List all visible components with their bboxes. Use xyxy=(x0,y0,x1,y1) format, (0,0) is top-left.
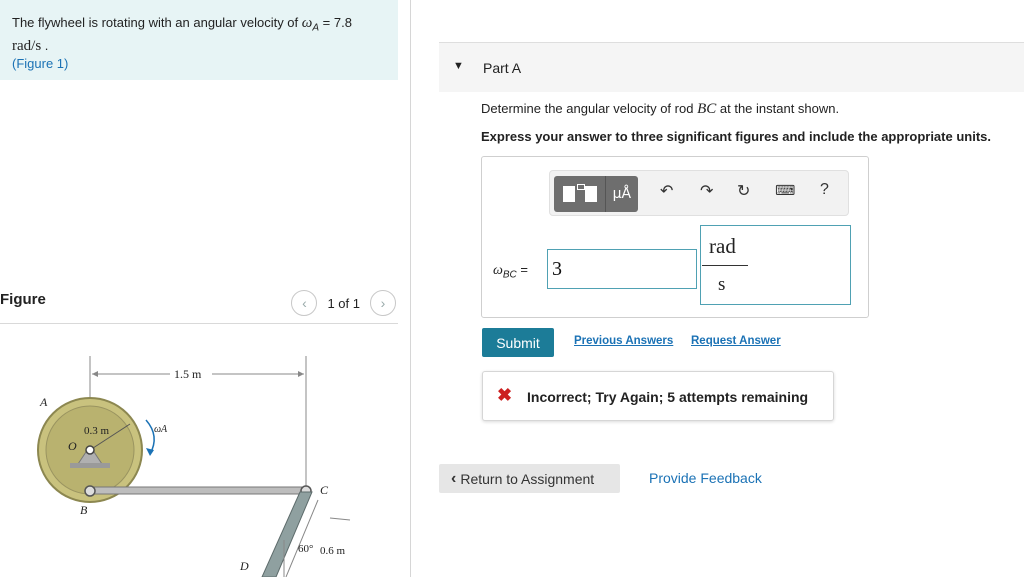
reset-icon[interactable]: ↻ xyxy=(737,181,750,200)
label-0-6m: 0.6 m xyxy=(320,545,346,557)
chevron-right-icon[interactable]: › xyxy=(370,290,396,316)
fraction-bar xyxy=(702,265,748,266)
provide-feedback-link[interactable]: Provide Feedback xyxy=(649,470,762,486)
label-B: B xyxy=(80,503,88,517)
return-to-assignment-button[interactable]: ‹ Return to Assignment xyxy=(439,464,620,493)
unit-input[interactable]: rad s xyxy=(700,225,851,305)
problem-text: The flywheel is rotating with an angular… xyxy=(12,15,299,30)
equals-sign: = xyxy=(520,262,529,277)
part-title: Part A xyxy=(483,60,522,76)
omega-symbol: ω xyxy=(301,15,313,31)
help-icon[interactable]: ? xyxy=(820,181,829,199)
problem-period: . xyxy=(44,37,49,53)
math-toolbar: μÅ ↶ ↷ ↻ ⌨ ? xyxy=(549,170,849,216)
question-suffix: at the instant shown. xyxy=(719,101,840,116)
label-A: A xyxy=(39,395,48,409)
question-prefix: Determine the angular velocity of rod xyxy=(481,101,694,116)
pager-text: 1 of 1 xyxy=(327,295,360,311)
dim-1-5m: 1.5 m xyxy=(174,367,202,381)
label-angle: 60° xyxy=(298,543,313,555)
feedback-message: ✖ Incorrect; Try Again; 5 attempts remai… xyxy=(482,371,834,421)
omega-bc-sub: BC xyxy=(502,269,517,281)
figure-link[interactable]: (Figure 1) xyxy=(12,56,68,71)
units-icon[interactable]: μÅ xyxy=(604,176,638,212)
figure-pager: ‹ 1 of 1 › xyxy=(291,290,396,316)
rod-name: BC xyxy=(697,101,717,117)
keyboard-icon[interactable]: ⌨ xyxy=(775,183,795,199)
unit-denominator: s xyxy=(718,274,726,295)
label-C: C xyxy=(320,483,329,497)
redo-icon[interactable]: ↷ xyxy=(700,181,713,200)
answer-value-input[interactable]: 3 xyxy=(547,249,697,289)
templates-icon[interactable] xyxy=(554,176,605,212)
flywheel-figure: 1.5 m 0.3 m A O ωA B C 60° 0.6 m D xyxy=(37,356,351,577)
toolbar-group: μÅ xyxy=(554,176,638,212)
part-header[interactable]: ▼ Part A xyxy=(439,42,1024,92)
question-panel: ▼ Part A Determine the angular velocity … xyxy=(411,0,1024,577)
answer-area: μÅ ↶ ↷ ↻ ⌨ ? ωBC = 3 rad s xyxy=(481,156,869,318)
label-O: O xyxy=(68,439,77,453)
undo-icon[interactable]: ↶ xyxy=(660,181,673,200)
omega-units: rad/s xyxy=(12,37,42,54)
problem-statement: The flywheel is rotating with an angular… xyxy=(0,0,398,80)
incorrect-x-icon: ✖ xyxy=(497,385,513,405)
chevron-left-icon[interactable]: ‹ xyxy=(291,290,318,316)
feedback-text: Incorrect; Try Again; 5 attempts remaini… xyxy=(527,389,809,405)
label-D: D xyxy=(239,559,249,573)
chevron-left-icon: ‹ xyxy=(451,469,457,487)
submit-button[interactable]: Submit xyxy=(482,328,554,357)
omega-subscript: A xyxy=(312,22,320,34)
problem-panel: The flywheel is rotating with an angular… xyxy=(0,0,410,577)
previous-answers-link[interactable]: Previous Answers xyxy=(574,335,673,347)
label-omega-a: ωA xyxy=(154,424,168,435)
label-radius: 0.3 m xyxy=(84,425,110,437)
caret-down-icon[interactable]: ▼ xyxy=(453,60,464,72)
question-text: Determine the angular velocity of rod BC… xyxy=(481,101,839,118)
return-label: Return to Assignment xyxy=(460,470,595,487)
unit-numerator: rad xyxy=(709,234,736,258)
omega-value: = 7.8 xyxy=(322,15,352,30)
omega-bc-label: ωBC = xyxy=(493,262,528,281)
figure-title: Figure xyxy=(0,291,46,308)
instruction-text: Express your answer to three significant… xyxy=(481,129,991,144)
request-answer-link[interactable]: Request Answer xyxy=(691,335,781,347)
figure-header: Figure ‹ 1 of 1 › xyxy=(0,290,398,324)
omega-bc-symbol: ω xyxy=(493,263,503,278)
